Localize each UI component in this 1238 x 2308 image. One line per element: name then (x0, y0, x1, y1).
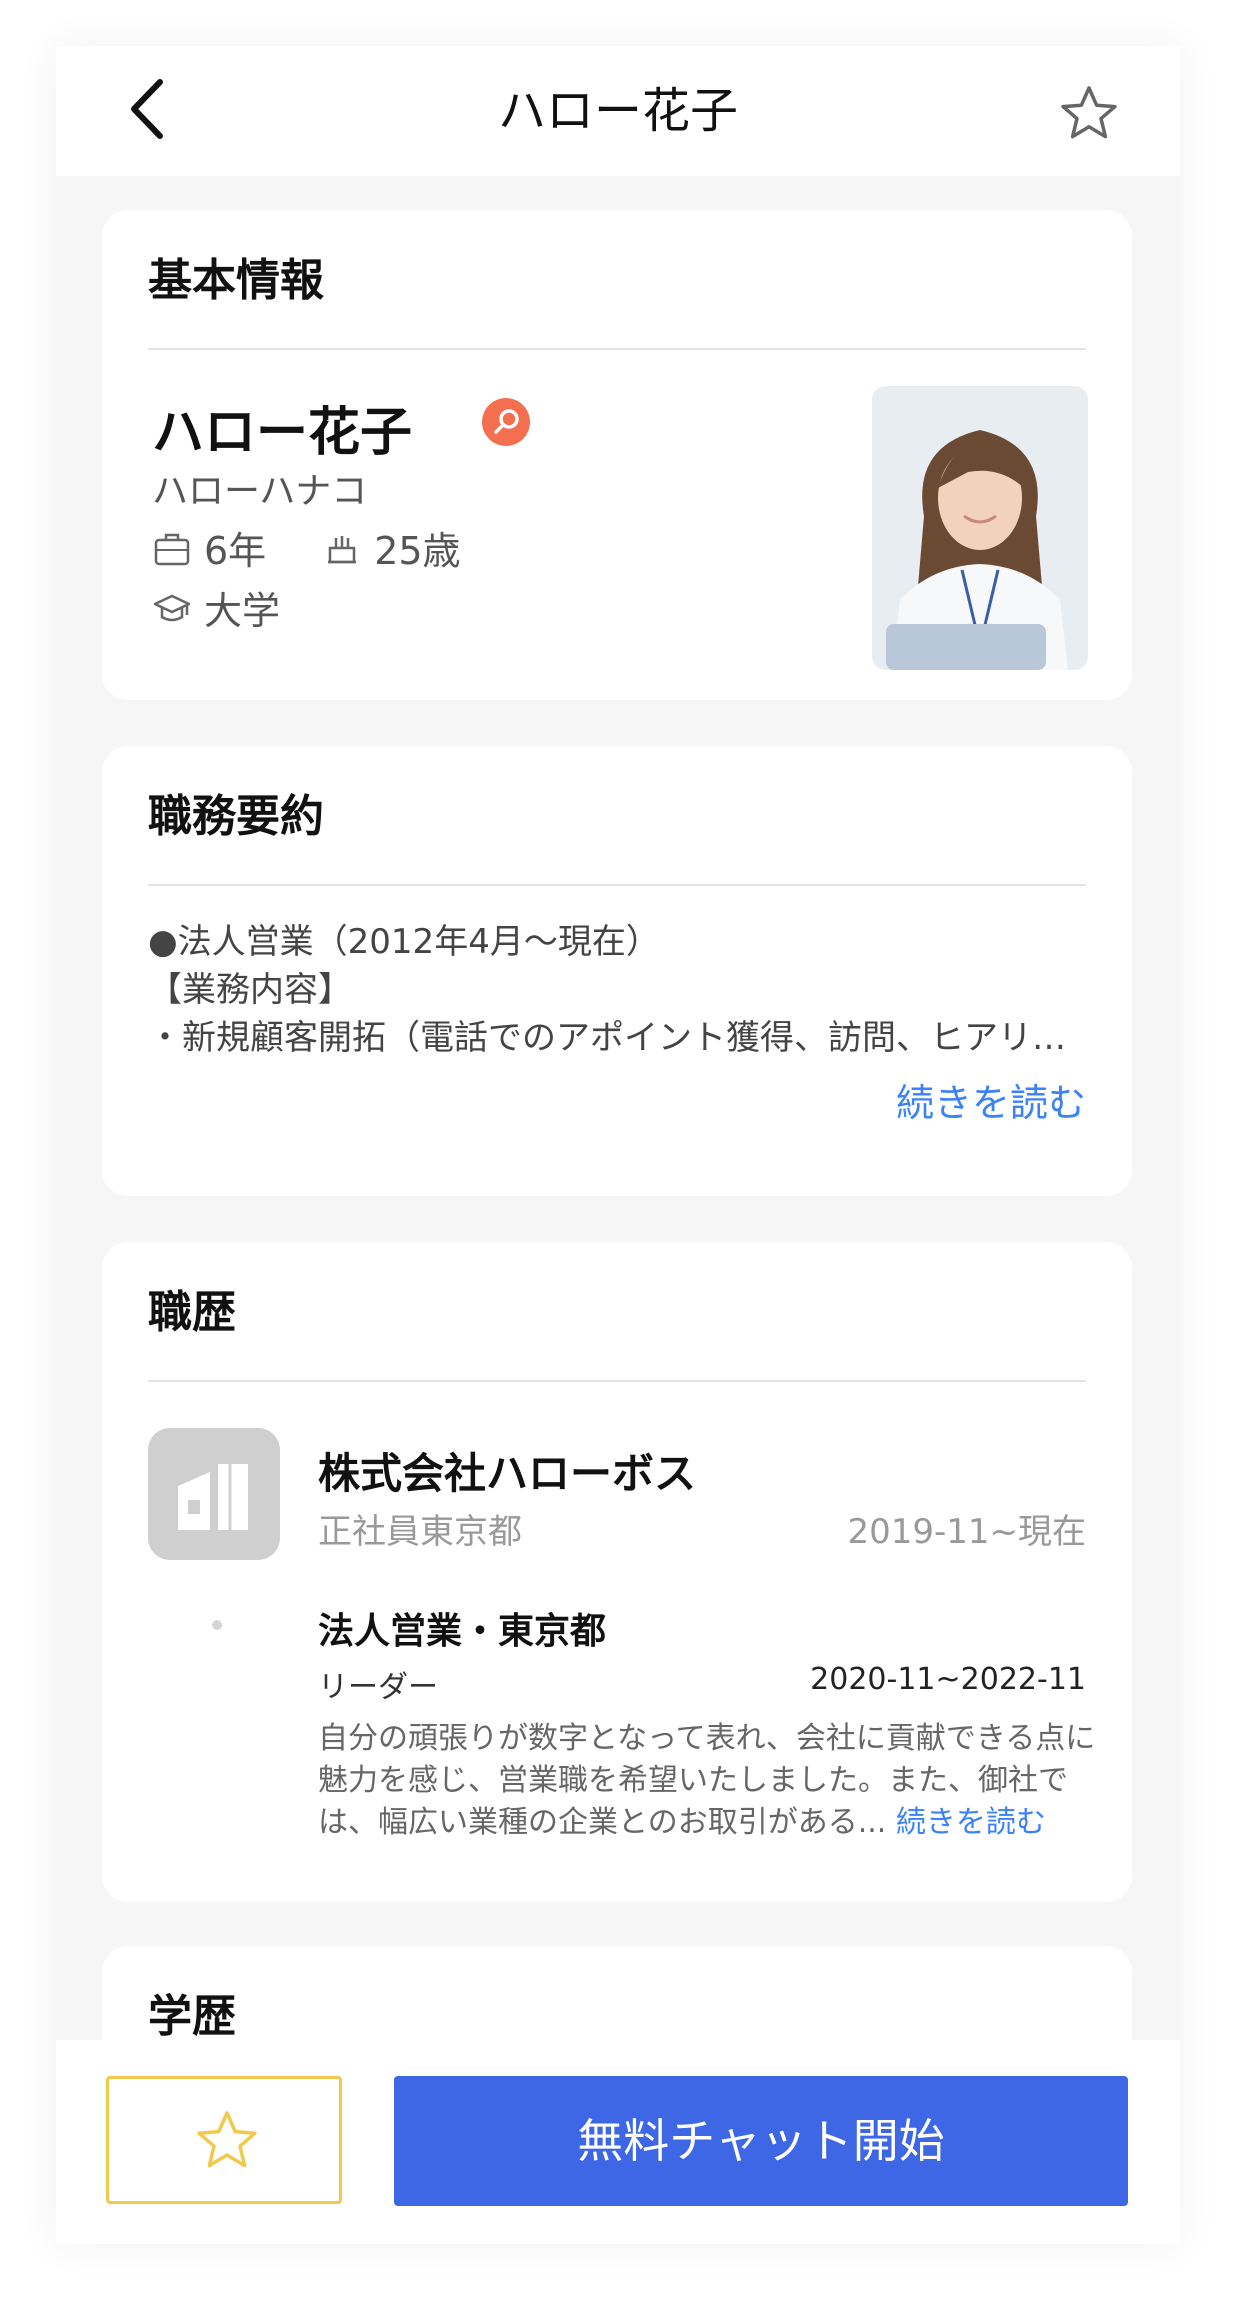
favorite-button-top[interactable] (1054, 68, 1124, 158)
age: 25歳 (374, 529, 461, 573)
phone-screen: ハロー花子 基本情報 ハロー花子 ハローハナコ 6年 25歳 大学 職務要約 ●… (56, 46, 1180, 2244)
bottom-action-bar: 無料チャット開始 (56, 2040, 1180, 2244)
education: 大学 (204, 589, 281, 633)
summary-line: ●法人営業（2012年4月〜現在） (148, 922, 660, 962)
summary-line: ・新規顧客開拓（電話でのアポイント獲得、訪問、ヒアリ… (148, 1018, 1066, 1058)
top-bar: ハロー花子 (56, 46, 1180, 176)
section-title-education: 学歴 (148, 1991, 236, 2042)
candidate-photo (872, 386, 1088, 670)
building-icon (178, 1464, 248, 1530)
company-name: 株式会社ハローボス (318, 1449, 697, 1498)
job-read-more-link[interactable]: 続きを読む (896, 1805, 1046, 1840)
star-icon (1061, 86, 1117, 139)
graduation-icon (153, 594, 191, 621)
section-title-summary: 職務要約 (148, 791, 324, 842)
divider (148, 1380, 1086, 1382)
cake-icon (328, 535, 357, 563)
favorite-button[interactable] (106, 2076, 342, 2204)
divider (148, 884, 1086, 886)
timeline-dot (212, 1620, 222, 1630)
experience-years: 6年 (204, 529, 267, 573)
employment-type-location: 正社員東京都 (318, 1512, 522, 1552)
company-period: 2019-11~現在 (847, 1512, 1086, 1552)
summary-card: 職務要約 ●法人営業（2012年4月〜現在） 【業務内容】 ・新規顧客開拓（電話… (102, 746, 1132, 1196)
section-title-basic-info: 基本情報 (148, 255, 324, 306)
section-title-career: 職歴 (148, 1287, 236, 1338)
candidate-kana: ハローハナコ (152, 471, 368, 512)
job-period: 2020-11~2022-11 (810, 1662, 1086, 1697)
divider (148, 348, 1086, 350)
search-badge-icon (482, 398, 530, 446)
candidate-name: ハロー花子 (152, 403, 413, 463)
summary-read-more-link[interactable]: 続きを読む (896, 1072, 1086, 1127)
page-title: ハロー花子 (497, 83, 738, 139)
summary-line: 【業務内容】 (148, 970, 352, 1010)
company-logo (148, 1428, 280, 1560)
briefcase-icon (154, 533, 190, 565)
job-role: リーダー (318, 1670, 438, 1705)
job-description: 自分の頑張りが数字となって表れ、会社に貢献できる点に魅力を感じ、営業職を希望いた… (318, 1718, 1098, 1844)
meta-row-experience-age: 6年 25歳 (152, 520, 461, 575)
meta-row-education: 大学 (152, 580, 280, 635)
star-icon (197, 2111, 257, 2168)
job-title: 法人営業・東京都 (318, 1611, 607, 1652)
basic-info-card: 基本情報 ハロー花子 ハローハナコ 6年 25歳 大学 (102, 210, 1132, 700)
start-chat-button[interactable]: 無料チャット開始 (394, 2076, 1128, 2206)
career-card: 職歴 株式会社ハローボス 正社員東京都 2019-11~現在 法人営業・東京都 … (102, 1242, 1132, 1902)
